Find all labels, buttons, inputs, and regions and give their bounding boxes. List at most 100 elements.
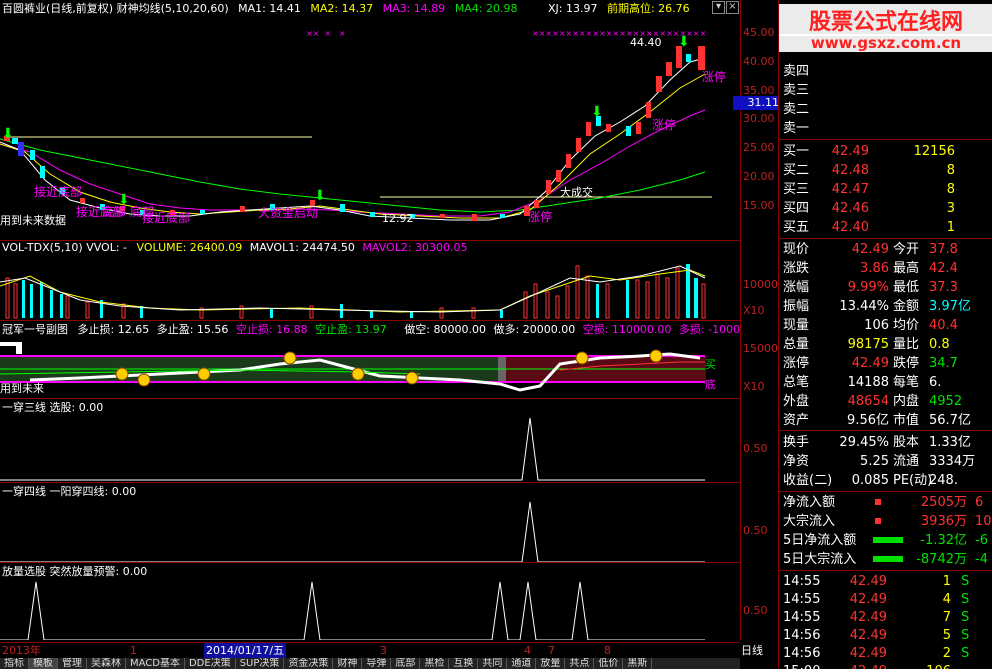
stat-value: 9.56亿 xyxy=(847,413,889,428)
tick-time: 14:55 xyxy=(783,610,821,625)
buy-level-label: 买三 xyxy=(783,182,810,197)
volume-chart[interactable] xyxy=(0,256,740,320)
pane-divider xyxy=(0,398,740,399)
flow-extra: 10 xyxy=(975,514,992,529)
indicator-tab[interactable]: 通道 xyxy=(507,658,537,669)
stat-label: 现量 xyxy=(783,318,810,333)
stat-label: 涨幅 xyxy=(783,280,810,295)
price-axis-tick: 25.00 xyxy=(743,141,775,154)
price-axis-tick: 40.00 xyxy=(743,55,775,68)
pane3-chart[interactable] xyxy=(0,412,740,482)
pane5-chart[interactable] xyxy=(0,576,740,640)
indicator-tab[interactable]: 吴森林 xyxy=(87,658,126,669)
selected-date[interactable]: 2014/01/17/五 xyxy=(204,643,287,658)
tick-time: 14:56 xyxy=(783,646,821,661)
stat-label: 总量 xyxy=(783,337,810,352)
indicator-tab[interactable]: 模板 xyxy=(29,658,58,669)
svg-text:⬇: ⬇ xyxy=(2,126,14,142)
indicator-tab[interactable]: 黑检 xyxy=(420,658,450,669)
stat-row: 外盘 48654 内盘 4952 xyxy=(779,392,992,411)
bottom-label: 底部 xyxy=(102,205,127,219)
watermark-title: 股票公式在线网 xyxy=(779,4,992,36)
tick-price: 42.49 xyxy=(849,592,887,607)
indicator-tab[interactable]: 共同 xyxy=(478,658,508,669)
tick-row: 14:56 42.49 2 S xyxy=(779,644,992,663)
indicator-tab[interactable]: SUP决策 xyxy=(236,658,285,669)
price-axis: 45.00 40.00 35.00 30.00 25.00 20.00 15.00 31.1… xyxy=(733,0,779,657)
future-data-label: 用到未来 xyxy=(0,382,44,395)
short-loss: 空损: 110000.00 xyxy=(582,323,672,336)
svg-text:⬇: ⬇ xyxy=(314,188,326,204)
buy-row: 买一 42.49 12156 xyxy=(779,142,992,161)
stat-label: 涨停 xyxy=(783,356,810,371)
indicator-tab[interactable]: 导弹 xyxy=(362,658,392,669)
flow-label: 5日大宗流入 xyxy=(783,552,857,567)
long-take-profit: 多止盈: 15.56 xyxy=(156,323,229,336)
stat-row: 涨跌 3.86 最高 42.4 xyxy=(779,259,992,278)
chart-menu-button[interactable]: ▾ xyxy=(712,1,725,14)
tick-side: S xyxy=(961,646,970,661)
period-label[interactable]: 日线 xyxy=(741,642,763,658)
buy-volume: 8 xyxy=(946,163,955,178)
indicator-tab[interactable]: 管理 xyxy=(58,658,87,669)
pane5-axis-tick: 0.50 xyxy=(743,604,768,617)
long-position: 做多: 20000.00 xyxy=(493,323,576,336)
date-month: 4 xyxy=(524,644,531,657)
tick-price: 42.49 xyxy=(849,646,887,661)
volume-axis-unit: X10 xyxy=(743,304,765,317)
indicator-tab[interactable]: 放量 xyxy=(536,658,566,669)
champion-axis-tick: 15000 xyxy=(743,342,778,355)
stat-label: 市值 xyxy=(893,413,920,428)
stat-value: 29.45% xyxy=(839,435,889,450)
indicator-tab[interactable]: 黑斯 xyxy=(623,658,653,669)
stat-row: 总笔 14188 每笔 6. xyxy=(779,373,992,392)
chart-area[interactable]: 百圆裤业(日线,前复权) 财神均线(5,10,20,60) MA1: 14.41… xyxy=(0,0,740,640)
svg-text:⬇: ⬇ xyxy=(591,104,603,120)
buy-price: 42.40 xyxy=(831,220,869,235)
tick-volume: 106 xyxy=(926,662,951,669)
limit-up-label: 涨停 xyxy=(702,70,727,84)
champion-pane-title: 冠军一号副图 多止损: 12.65 多止盈: 15.56 空止损: 16.88 … xyxy=(2,321,740,337)
indicator-tab[interactable]: 互换 xyxy=(449,658,479,669)
buy-level-label: 买四 xyxy=(783,201,810,216)
mavol1-value: MAVOL1: 24474.50 xyxy=(249,241,355,254)
quote-panel: 股票公式在线网 www.gsxz.com.cn 卖四 卖三 卖二 卖一 买一 42.49 1… xyxy=(778,0,992,669)
future-data-label: 用到未来数据 xyxy=(0,214,66,227)
pane4-chart[interactable] xyxy=(0,496,740,564)
stat-value: 6. xyxy=(929,375,942,390)
indicator-tab[interactable]: 财神 xyxy=(333,658,363,669)
indicator-tab[interactable]: 资金决策 xyxy=(284,658,334,669)
tick-row: 14:55 42.49 1 S xyxy=(779,572,992,591)
stat-label: 跌停 xyxy=(893,356,920,371)
stat-value: 14188 xyxy=(847,375,889,390)
tick-volume: 5 xyxy=(942,628,951,643)
low-price-label: 12.92 xyxy=(382,212,414,225)
stat-label: 外盘 xyxy=(783,394,810,409)
tick-side: S xyxy=(961,574,970,589)
tick-volume: 4 xyxy=(942,592,951,607)
indicator-tab[interactable]: DDE决策 xyxy=(185,658,236,669)
indicator-tab[interactable]: MACD基本 xyxy=(126,658,185,669)
indicator-tab[interactable]: 指标 xyxy=(0,658,29,669)
stat-row: 现量 106 均价 40.4 xyxy=(779,316,992,335)
tick-time: 15:00 xyxy=(783,662,820,669)
stat-value: 42.4 xyxy=(929,261,958,276)
stat-value: 42.49 xyxy=(851,242,889,257)
stat-value: 9.99% xyxy=(847,280,889,295)
sell-level-label: 卖一 xyxy=(783,121,810,136)
buy-row: 买五 42.40 1 xyxy=(779,218,992,237)
close-icon[interactable]: × xyxy=(726,1,739,14)
buy-row: 买三 42.47 8 xyxy=(779,180,992,199)
tick-side: S xyxy=(961,592,970,607)
stat-value: 48654 xyxy=(847,394,889,409)
flow-label: 大宗流入 xyxy=(783,514,836,529)
flow-label: 5日净流入额 xyxy=(783,533,857,548)
champion-chart[interactable] xyxy=(0,336,740,398)
indicator-tab[interactable]: 共点 xyxy=(565,658,595,669)
stat-value: 3334万 xyxy=(929,454,976,469)
buy-level-label: 买二 xyxy=(783,163,810,178)
indicator-tab[interactable]: 低价 xyxy=(594,658,624,669)
indicator-tab[interactable]: 底部 xyxy=(391,658,421,669)
separator xyxy=(779,430,992,431)
stat-label: 均价 xyxy=(893,318,920,333)
